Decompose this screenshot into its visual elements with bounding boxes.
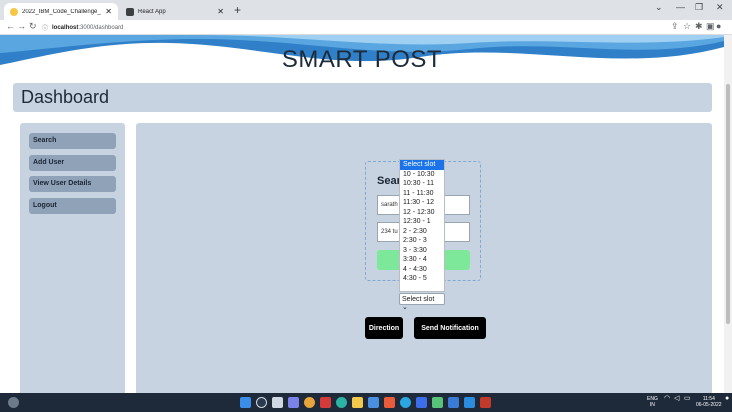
slack-icon[interactable]	[432, 397, 443, 408]
slot-option[interactable]: 11:30 - 12	[400, 198, 444, 208]
region-code: IN	[649, 402, 655, 408]
tab-title: React App	[138, 8, 166, 15]
slot-select[interactable]: Select slot ⌄	[399, 293, 445, 311]
page-title: Dashboard	[21, 87, 110, 107]
photos-icon[interactable]	[368, 397, 379, 408]
os-taskbar: ENG IN ◠ ◁ ▭ 11:54 06-05-2022 ●	[0, 393, 732, 412]
new-tab-icon[interactable]: +	[234, 3, 241, 17]
vscode-icon[interactable]	[464, 397, 475, 408]
tab-title: 2022_IBM_Code_Challenge_Smar	[22, 8, 101, 15]
notepad-icon[interactable]	[416, 397, 427, 408]
minimize-icon[interactable]: —	[676, 2, 685, 12]
wifi-icon[interactable]: ◠	[664, 395, 670, 402]
bookmark-star-icon[interactable]: ☆	[683, 21, 691, 32]
telegram-icon[interactable]	[400, 397, 411, 408]
app-icon[interactable]	[480, 397, 491, 408]
slot-select-value: Select slot	[402, 296, 435, 303]
url-host: localhost	[52, 24, 79, 31]
slot-option[interactable]: 3 - 3:30	[400, 246, 444, 256]
slot-option[interactable]: 4 - 4:30	[400, 265, 444, 275]
back-icon[interactable]: ←	[6, 21, 15, 31]
clock[interactable]: 11:54 06-05-2022	[696, 396, 722, 408]
sidebar-item-view-user-details[interactable]: View User Details	[29, 176, 116, 192]
info-icon[interactable]: ⓘ	[42, 23, 48, 32]
sidebar: Search Add User View User Details Logout	[20, 123, 125, 393]
slot-option[interactable]: 11 - 11:30	[400, 189, 444, 199]
app-icon[interactable]	[320, 397, 331, 408]
close-window-icon[interactable]: ✕	[716, 2, 724, 13]
browser-tab-strip: 2022_IBM_Code_Challenge_Smar ✕ React App…	[0, 0, 732, 20]
brand-title: SMART POST	[281, 46, 443, 73]
sidebar-item-logout[interactable]: Logout	[29, 198, 116, 214]
edge-icon[interactable]	[336, 397, 347, 408]
slot-option[interactable]: Select slot	[400, 160, 444, 170]
file-explorer-icon[interactable]	[352, 397, 363, 408]
notifications-icon[interactable]: ●	[725, 395, 729, 402]
start-icon[interactable]	[240, 397, 251, 408]
chat-icon[interactable]	[288, 397, 299, 408]
browser-tab-code-challenge[interactable]: 2022_IBM_Code_Challenge_Smar ✕	[4, 3, 118, 20]
app-page: SMART POST Dashboard Search Add User Vie…	[0, 35, 724, 393]
sidebar-item-add-user[interactable]: Add User	[29, 155, 116, 171]
slot-option[interactable]: 12:30 - 1	[400, 217, 444, 227]
weather-icon[interactable]	[8, 397, 19, 408]
volume-icon[interactable]: ◁	[674, 395, 679, 402]
sidebar-item-search[interactable]: Search	[29, 133, 116, 149]
send-notification-button[interactable]: Send Notification	[414, 317, 486, 339]
forward-icon[interactable]: →	[17, 21, 26, 31]
brave-icon[interactable]	[384, 397, 395, 408]
slot-option[interactable]: 10:30 - 11	[400, 179, 444, 189]
address-bar[interactable]: ⓘ localhost :3000/dashboard	[42, 22, 662, 33]
close-tab-icon[interactable]: ✕	[105, 7, 112, 16]
slot-option[interactable]: 2 - 2:30	[400, 227, 444, 237]
slot-option[interactable]: 3:30 - 4	[400, 255, 444, 265]
close-tab-icon[interactable]: ✕	[217, 7, 224, 16]
page-title-bar: Dashboard	[13, 83, 712, 112]
maximize-icon[interactable]: ❐	[695, 2, 703, 13]
direction-button[interactable]: Direction	[365, 317, 403, 339]
slot-option[interactable]: 12 - 12:30	[400, 208, 444, 218]
tab-search-icon[interactable]: ⌄	[655, 2, 663, 13]
battery-icon[interactable]: ▭	[684, 395, 691, 402]
task-view-icon[interactable]	[272, 397, 283, 408]
slot-option[interactable]: 10 - 10:30	[400, 170, 444, 180]
extensions-icon[interactable]: ✱	[695, 21, 703, 32]
chevron-down-icon: ⌄	[402, 304, 408, 311]
clock-date: 06-05-2022	[696, 402, 722, 408]
main-panel: Searc sarath 234 tu Select slot 10 - 10:…	[136, 123, 712, 393]
browser-tab-react-app[interactable]: React App ✕	[120, 3, 230, 20]
reload-icon[interactable]: ↻	[29, 21, 37, 32]
slot-dropdown-list[interactable]: Select slot 10 - 10:30 10:30 - 11 11 - 1…	[399, 159, 445, 292]
react-favicon-icon	[126, 7, 134, 16]
scrollbar-thumb[interactable]	[726, 84, 730, 324]
github-favicon-icon	[10, 7, 18, 16]
url-path: :3000/dashboard	[78, 24, 124, 31]
chrome-icon[interactable]	[304, 397, 315, 408]
profile-avatar-icon[interactable]: ●	[716, 21, 721, 31]
slot-option[interactable]: 2:30 - 3	[400, 236, 444, 246]
share-icon[interactable]: ⇪	[671, 21, 679, 32]
search-icon[interactable]	[256, 397, 267, 408]
slot-option[interactable]: 4:30 - 5	[400, 274, 444, 284]
terminal-icon[interactable]	[448, 397, 459, 408]
browser-toolbar: ← → ↻ ⓘ localhost :3000/dashboard ⇪ ☆ ✱ …	[0, 20, 732, 35]
sidepanel-icon[interactable]: ▣	[706, 21, 715, 32]
language-indicator[interactable]: ENG IN	[647, 396, 658, 408]
